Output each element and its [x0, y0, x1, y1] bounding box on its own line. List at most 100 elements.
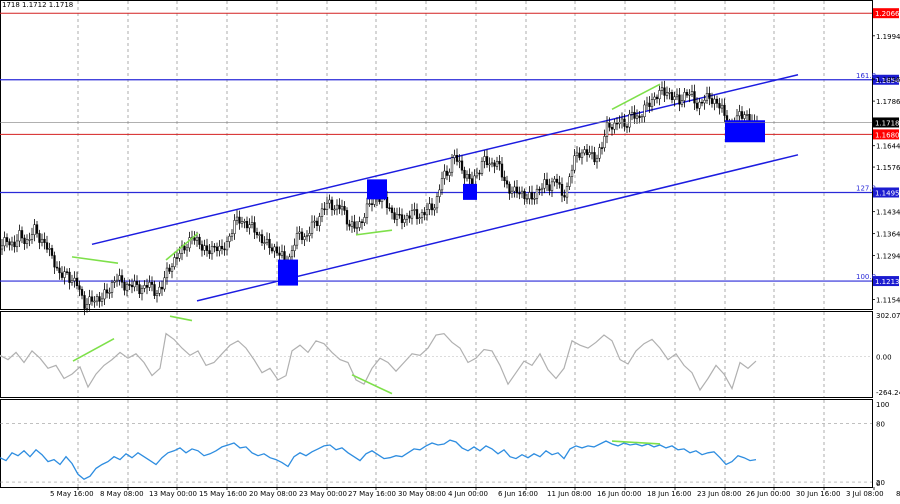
candle-body [150, 282, 154, 285]
ohlc-readout: 1718 1.1712 1.1718 [2, 1, 74, 9]
candle-body [360, 221, 364, 223]
candle-body [528, 192, 531, 199]
candle-body [543, 179, 546, 189]
candle-body [508, 183, 511, 194]
candle-body [670, 92, 674, 100]
candle-body [575, 152, 579, 156]
candle-body [463, 169, 466, 179]
chart-canvas[interactable]: 1.20661.1854161.81.16801.1495127.21.1213… [0, 0, 900, 500]
candle-body [600, 147, 604, 149]
candle-body [500, 163, 504, 178]
candle-body [255, 232, 259, 236]
candle-body [405, 215, 409, 220]
candle-body [555, 178, 559, 183]
candle-body [430, 203, 434, 211]
candle-body [410, 210, 414, 219]
candle-body [433, 207, 436, 211]
candle-body [73, 277, 76, 282]
candle-body [698, 101, 701, 109]
candle-body [690, 91, 694, 95]
candle-body [453, 155, 456, 158]
candle-body [245, 221, 249, 229]
candle-body [313, 220, 316, 223]
candle-body [533, 198, 536, 200]
cci-divergence-line [72, 337, 115, 362]
candle-body [160, 286, 164, 290]
candle-body [143, 285, 146, 289]
channel-line [91, 74, 799, 246]
candle-body [303, 236, 306, 240]
candle-body [123, 281, 126, 291]
trading-chart[interactable]: 1.2066 1.1854 161.8 1.1680 1.1495 127.2 1.1213… [0, 0, 900, 500]
candle-body [88, 296, 91, 305]
candle-body [658, 90, 661, 100]
y-tick-label: 1.1576 [876, 164, 900, 172]
candle-body [200, 244, 204, 251]
candle-body [478, 172, 481, 175]
candle-body [320, 208, 324, 217]
candle-body [448, 171, 451, 176]
candle-body [545, 179, 549, 185]
candle-body [235, 216, 239, 221]
candle-body [423, 212, 426, 216]
candle-body [343, 206, 346, 211]
rsi-tick-label: 0 [876, 480, 880, 488]
candle-body [213, 245, 216, 248]
candle-body [560, 184, 564, 196]
candle-body [295, 233, 299, 246]
candle-body [740, 111, 744, 119]
candle-body [518, 192, 521, 195]
marker-box [725, 120, 765, 143]
candle-body [610, 127, 614, 130]
candle-body [293, 244, 296, 251]
candle-body [270, 247, 274, 252]
candle-body [568, 176, 571, 187]
candle-body [110, 282, 114, 293]
candle-body [155, 293, 159, 296]
candle-body [683, 92, 686, 101]
candle-body [185, 247, 189, 251]
candle-body [520, 190, 524, 194]
candle-body [335, 204, 339, 210]
candle-body [363, 217, 366, 223]
fib-level-label: 127.2 [856, 184, 876, 192]
candle-body [290, 250, 294, 258]
candle-body [655, 96, 659, 100]
candle-body [530, 192, 534, 200]
candle-body [428, 203, 431, 210]
candle-body [460, 160, 464, 171]
candle-body [233, 220, 236, 234]
candle-body [70, 280, 74, 283]
candle-body [538, 188, 541, 191]
candle-body [648, 102, 651, 107]
cci-tick-label: -264.246 [876, 389, 900, 397]
candle-body [565, 186, 569, 198]
current-price-label: 1.1718 [875, 119, 900, 127]
cci-line [0, 332, 757, 392]
candle-body [168, 267, 171, 272]
candle-body [505, 180, 509, 185]
candle-body [278, 252, 281, 256]
candle-body [403, 218, 406, 223]
candle-body [338, 204, 341, 210]
candle-body [253, 222, 256, 233]
y-tick-label: 1.1434 [876, 209, 900, 217]
x-tick-label: 5 May 16:00 [50, 490, 94, 498]
candle-body [483, 156, 486, 162]
candle-body [23, 237, 26, 244]
candle-body [183, 245, 186, 251]
cci-panel [0, 311, 873, 398]
candle-body [208, 250, 211, 255]
divergence-line [355, 229, 393, 236]
candle-body [218, 245, 221, 252]
candle-body [128, 284, 131, 286]
candle-body [593, 152, 596, 163]
candle-body [318, 216, 321, 226]
candle-body [53, 255, 56, 268]
candle-body [50, 248, 54, 256]
candle-body [330, 199, 334, 210]
candle-body [140, 288, 144, 295]
x-tick-label: 30 Jun 16:00 [796, 490, 840, 498]
candle-body [138, 284, 141, 295]
candle-body [625, 126, 629, 128]
